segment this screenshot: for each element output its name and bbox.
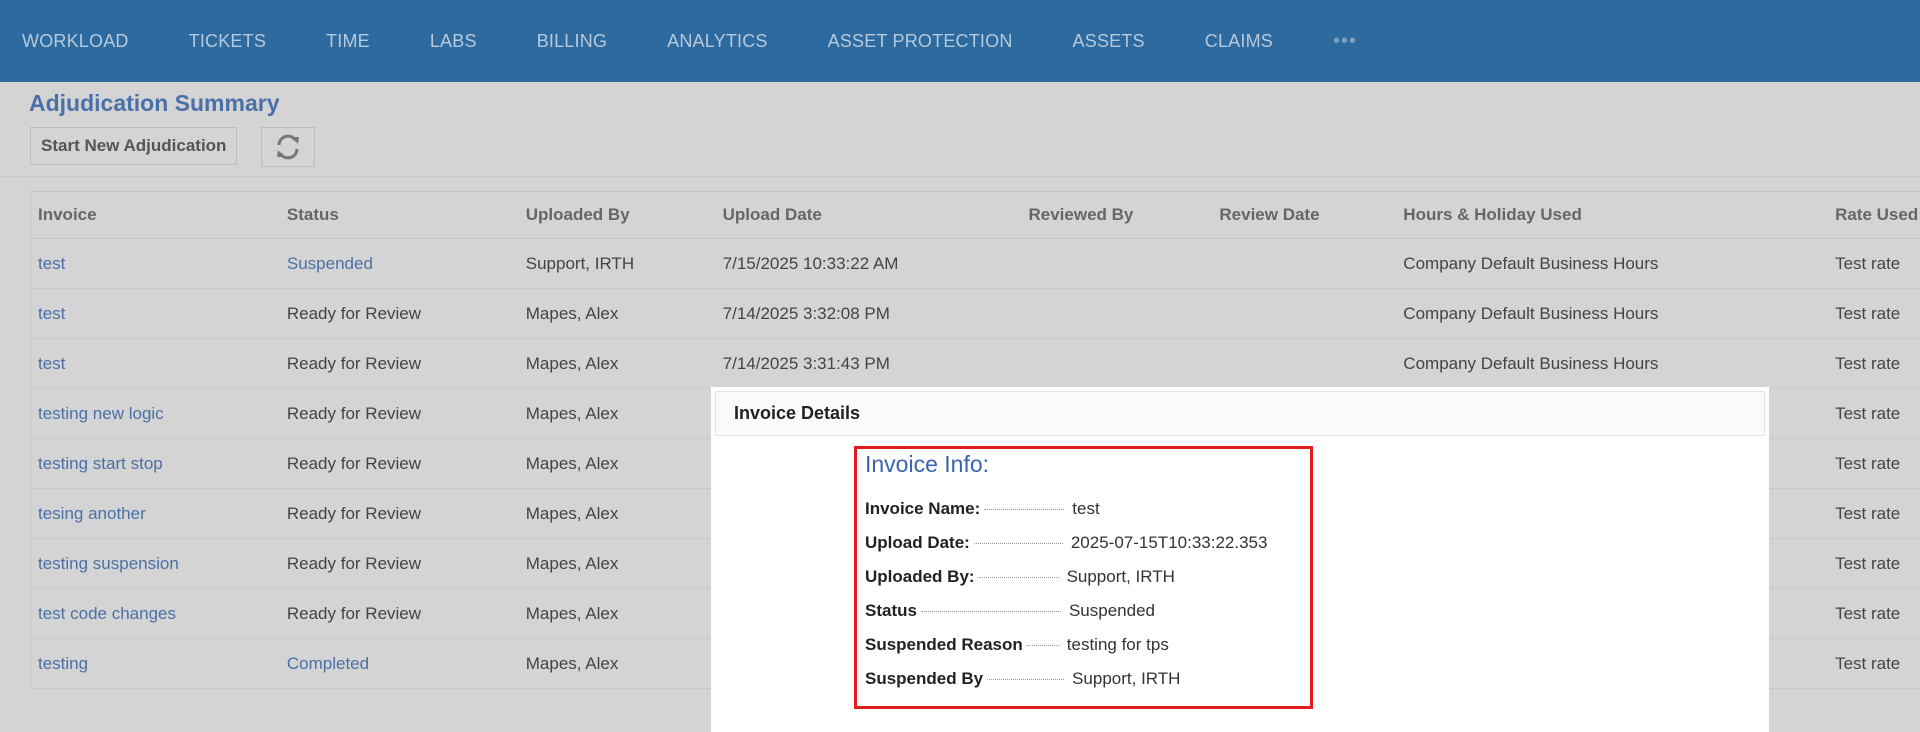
rate-cell: Test rate — [1835, 603, 1901, 623]
status-cell: Ready for Review — [286, 403, 422, 423]
info-value: test — [1072, 499, 1100, 518]
rate-cell: Test rate — [1835, 403, 1901, 423]
info-key: Upload Date: — [865, 533, 970, 552]
info-value: 2025-07-15T10:33:22.353 — [1070, 533, 1268, 552]
uploaded-by-cell: Mapes, Alex — [525, 653, 619, 673]
nav-item-tickets[interactable]: TICKETS — [189, 31, 266, 52]
table-header: Invoice Status Uploaded By Upload Date R… — [30, 191, 1920, 239]
column-header-reviewed-by[interactable]: Reviewed By — [1021, 205, 1212, 225]
uploaded-by-cell: Mapes, Alex — [525, 353, 619, 373]
info-row-suspended-reason: Suspended Reason testing for tps — [865, 628, 1310, 662]
status-cell: Ready for Review — [286, 303, 422, 323]
invoice-info-title: Invoice Info: — [865, 451, 990, 477]
info-value: testing for tps — [1066, 635, 1169, 654]
column-header-uploaded-by[interactable]: Uploaded By — [519, 205, 716, 225]
column-header-review-date[interactable]: Review Date — [1212, 205, 1396, 225]
rate-cell: Test rate — [1835, 353, 1901, 373]
status-link[interactable]: Suspended — [280, 254, 519, 274]
info-row-status: Status Suspended — [865, 594, 1310, 628]
status-cell: Ready for Review — [286, 553, 422, 573]
invoice-info-panel: Invoice Info: Invoice Name: test Upload … — [854, 446, 1313, 709]
info-key: Invoice Name: — [865, 499, 981, 518]
column-header-invoice[interactable]: Invoice — [31, 205, 280, 225]
dotted-leader — [978, 576, 1059, 578]
invoice-details-modal: Invoice Details Invoice Info: Invoice Na… — [711, 387, 1769, 732]
invoice-link[interactable]: testing — [31, 654, 280, 674]
rate-cell: Test rate — [1835, 303, 1901, 323]
uploaded-by-cell: Mapes, Alex — [525, 403, 619, 423]
table-row[interactable]: test Ready for Review Mapes, Alex 7/14/2… — [30, 339, 1920, 389]
uploaded-by-cell: Support, IRTH — [525, 253, 635, 273]
nav-item-analytics[interactable]: ANALYTICS — [667, 31, 768, 52]
status-cell: Ready for Review — [286, 453, 422, 473]
nav-more-menu[interactable]: ••• — [1333, 30, 1357, 53]
dotted-leader — [984, 508, 1065, 510]
status-cell: Ready for Review — [286, 353, 422, 373]
dotted-leader — [1026, 644, 1059, 646]
top-navigation: WORKLOAD TICKETS TIME LABS BILLING ANALY… — [0, 0, 1920, 82]
invoice-link[interactable]: tesing another — [31, 504, 280, 524]
uploaded-by-cell: Mapes, Alex — [525, 453, 619, 473]
invoice-link[interactable]: test — [31, 254, 280, 274]
uploaded-by-cell: Mapes, Alex — [525, 553, 619, 573]
column-header-upload-date[interactable]: Upload Date — [716, 205, 1022, 225]
info-row-uploaded-by: Uploaded By: Support, IRTH — [865, 560, 1310, 594]
invoice-link[interactable]: test — [31, 304, 280, 324]
info-key: Status — [865, 601, 917, 620]
column-header-hours-holiday[interactable]: Hours & Holiday Used — [1396, 205, 1828, 225]
refresh-button[interactable] — [261, 127, 315, 167]
rate-cell: Test rate — [1835, 653, 1901, 673]
invoice-link[interactable]: test — [31, 354, 280, 374]
dotted-leader — [920, 610, 1061, 612]
info-value: Support, IRTH — [1066, 567, 1175, 586]
rate-cell: Test rate — [1835, 453, 1901, 473]
nav-item-labs[interactable]: LABS — [430, 31, 477, 52]
invoice-link[interactable]: test code changes — [31, 604, 280, 624]
rate-cell: Test rate — [1835, 553, 1901, 573]
dotted-leader — [973, 542, 1063, 544]
info-value: Support, IRTH — [1072, 669, 1181, 688]
upload-date-cell: 7/14/2025 3:31:43 PM — [722, 353, 890, 373]
invoice-link[interactable]: testing start stop — [31, 454, 280, 474]
refresh-icon — [277, 134, 299, 160]
info-row-invoice-name: Invoice Name: test — [865, 492, 1310, 526]
status-link[interactable]: Completed — [280, 654, 519, 674]
nav-item-asset-protection[interactable]: ASSET PROTECTION — [828, 31, 1013, 52]
uploaded-by-cell: Mapes, Alex — [525, 603, 619, 623]
invoice-link[interactable]: testing suspension — [31, 554, 280, 574]
page-title: Adjudication Summary — [29, 90, 280, 116]
nav-item-workload[interactable]: WORKLOAD — [22, 31, 129, 52]
column-header-rate-used[interactable]: Rate Used — [1828, 205, 1920, 225]
info-key: Uploaded By: — [865, 567, 975, 586]
header-divider — [0, 176, 1920, 177]
table-row[interactable]: test Suspended Support, IRTH 7/15/2025 1… — [30, 239, 1920, 289]
info-key: Suspended Reason — [865, 635, 1023, 654]
nav-item-assets[interactable]: ASSETS — [1073, 31, 1145, 52]
rate-cell: Test rate — [1835, 253, 1901, 273]
nav-item-billing[interactable]: BILLING — [537, 31, 607, 52]
status-cell: Ready for Review — [286, 503, 422, 523]
info-row-upload-date: Upload Date: 2025-07-15T10:33:22.353 — [865, 526, 1310, 560]
start-new-adjudication-button[interactable]: Start New Adjudication — [30, 127, 238, 165]
info-value: Suspended — [1068, 601, 1155, 620]
invoice-link[interactable]: testing new logic — [31, 404, 280, 424]
modal-title: Invoice Details — [715, 391, 1765, 436]
info-row-suspended-by: Suspended By Support, IRTH — [865, 662, 1310, 696]
status-cell: Ready for Review — [286, 603, 422, 623]
nav-item-time[interactable]: TIME — [326, 31, 370, 52]
hours-cell: Company Default Business Hours — [1403, 303, 1659, 323]
uploaded-by-cell: Mapes, Alex — [525, 503, 619, 523]
hours-cell: Company Default Business Hours — [1403, 253, 1659, 273]
table-row[interactable]: test Ready for Review Mapes, Alex 7/14/2… — [30, 289, 1920, 339]
nav-item-claims[interactable]: CLAIMS — [1205, 31, 1273, 52]
info-key: Suspended By — [865, 669, 984, 688]
hours-cell: Company Default Business Hours — [1403, 353, 1659, 373]
upload-date-cell: 7/15/2025 10:33:22 AM — [722, 253, 899, 273]
column-header-status[interactable]: Status — [280, 205, 519, 225]
upload-date-cell: 7/14/2025 3:32:08 PM — [722, 303, 890, 323]
dotted-leader — [987, 678, 1065, 680]
uploaded-by-cell: Mapes, Alex — [525, 303, 619, 323]
rate-cell: Test rate — [1835, 503, 1901, 523]
